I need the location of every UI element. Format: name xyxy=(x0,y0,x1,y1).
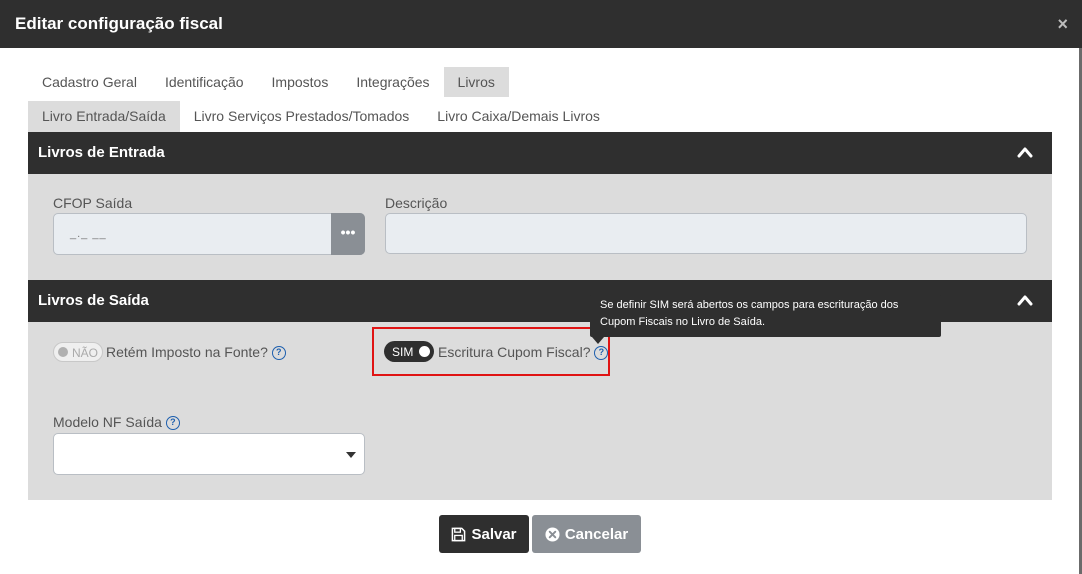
retem-imposto-label: Retém Imposto na Fonte? ? xyxy=(106,344,286,361)
save-label: Salvar xyxy=(471,525,517,543)
cancel-label: Cancelar xyxy=(564,525,629,543)
cfop-lookup-button[interactable]: ••• xyxy=(331,213,365,255)
retem-imposto-toggle[interactable]: NÃO xyxy=(53,342,103,362)
cancel-button[interactable]: Cancelar xyxy=(532,515,641,553)
main-tabs: Cadastro Geral Identificação Impostos In… xyxy=(28,67,509,97)
modelo-nf-text: Modelo NF Saída xyxy=(53,414,162,430)
highlight-box xyxy=(372,327,610,376)
floppy-disk-icon xyxy=(451,527,466,542)
close-circle-icon xyxy=(545,526,560,542)
tab-integracoes[interactable]: Integrações xyxy=(342,67,443,97)
subtab-livro-entrada-saida[interactable]: Livro Entrada/Saída xyxy=(28,101,180,132)
modal-title: Editar configuração fiscal xyxy=(15,14,223,33)
toggle-knob xyxy=(58,347,68,357)
section-saida-title: Livros de Saída xyxy=(38,292,149,309)
section-entrada-title: Livros de Entrada xyxy=(38,144,165,161)
save-button[interactable]: Salvar xyxy=(439,515,529,553)
help-icon[interactable]: ? xyxy=(271,346,286,361)
chevron-up-icon[interactable] xyxy=(1017,294,1033,306)
retem-toggle-text: NÃO xyxy=(72,346,99,360)
tooltip-arrow xyxy=(592,337,604,344)
modelo-nf-label: Modelo NF Saída ? xyxy=(53,414,180,431)
help-icon[interactable]: ? xyxy=(165,416,180,431)
subtab-livro-caixa[interactable]: Livro Caixa/Demais Livros xyxy=(423,101,614,132)
sub-tabs: Livro Entrada/Saída Livro Serviços Prest… xyxy=(28,101,614,132)
chevron-up-icon[interactable] xyxy=(1017,146,1033,158)
tab-cadastro-geral[interactable]: Cadastro Geral xyxy=(28,67,151,97)
subtab-livro-servicos[interactable]: Livro Serviços Prestados/Tomados xyxy=(180,101,424,132)
cfop-input[interactable]: _._ __ ••• xyxy=(53,213,365,255)
tab-identificacao[interactable]: Identificação xyxy=(151,67,258,97)
modelo-nf-select[interactable] xyxy=(53,433,365,475)
modal-header: Editar configuração fiscal × xyxy=(0,0,1082,48)
tooltip-line-2: Cupom Fiscais no Livro de Saída. xyxy=(600,316,766,328)
descricao-label: Descrição xyxy=(385,195,448,211)
retem-imposto-text: Retém Imposto na Fonte? xyxy=(106,344,268,360)
cfop-label: CFOP Saída xyxy=(53,195,133,211)
cfop-mask: _._ __ xyxy=(70,228,107,240)
descricao-input[interactable] xyxy=(385,213,1027,254)
caret-down-icon xyxy=(346,452,356,458)
close-icon[interactable]: × xyxy=(1057,14,1068,35)
tooltip-line-1: Se definir SIM será abertos os campos pa… xyxy=(600,299,899,311)
tab-impostos[interactable]: Impostos xyxy=(258,67,343,97)
tab-livros[interactable]: Livros xyxy=(443,67,509,97)
edit-fiscal-config-modal: Editar configuração fiscal × Cadastro Ge… xyxy=(0,0,1082,574)
section-entrada-header[interactable]: Livros de Entrada xyxy=(28,132,1052,174)
tooltip: Se definir SIM será abertos os campos pa… xyxy=(590,294,941,337)
